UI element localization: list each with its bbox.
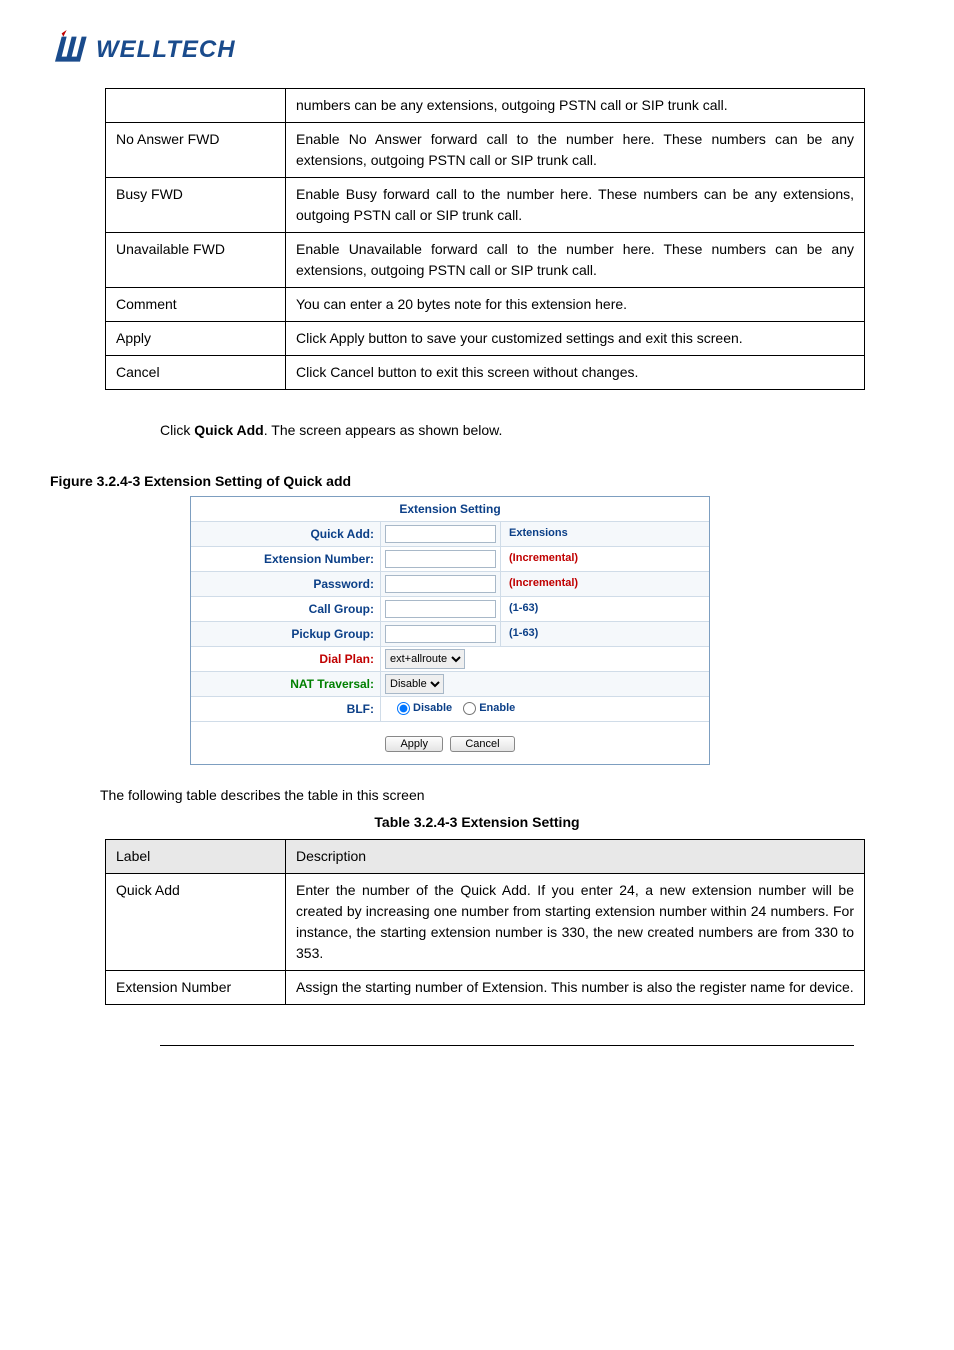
cell-label: Quick Add <box>106 874 286 971</box>
table-header-row: Label Description <box>106 840 865 874</box>
hint-extensions: Extensions <box>501 522 709 546</box>
table-row: Cancel Click Cancel button to exit this … <box>106 356 865 390</box>
label-nat-traversal: NAT Traversal: <box>191 672 381 696</box>
table-row: Comment You can enter a 20 bytes note fo… <box>106 288 865 322</box>
table-row: Busy FWD Enable Busy forward call to the… <box>106 178 865 233</box>
cell-label: Busy FWD <box>106 178 286 233</box>
cell-label: Comment <box>106 288 286 322</box>
pickup-group-input[interactable] <box>385 625 496 643</box>
nat-traversal-select[interactable]: Disable <box>385 674 444 694</box>
blf-disable-label: Disable <box>413 702 452 714</box>
row-nat-traversal: NAT Traversal: Disable <box>191 672 709 697</box>
text: . The screen appears as shown below. <box>264 422 503 438</box>
cell-desc: Enable No Answer forward call to the num… <box>286 123 865 178</box>
label-call-group: Call Group: <box>191 597 381 621</box>
label-quick-add: Quick Add: <box>191 522 381 546</box>
blf-options: Disable Enable <box>381 697 709 721</box>
table-row: Apply Click Apply button to save your cu… <box>106 322 865 356</box>
label-extension-number: Extension Number: <box>191 547 381 571</box>
following-text: The following table describes the table … <box>100 785 904 806</box>
blf-enable-radio[interactable] <box>463 702 476 715</box>
label-blf: BLF: <box>191 697 381 721</box>
quick-add-bold: Quick Add <box>194 422 264 438</box>
cancel-button[interactable]: Cancel <box>450 736 514 752</box>
row-quick-add: Quick Add: Extensions <box>191 522 709 547</box>
header-label: Label <box>106 840 286 874</box>
properties-table-2: Label Description Quick Add Enter the nu… <box>105 839 865 1005</box>
quick-add-input[interactable] <box>385 525 496 543</box>
cell-label: No Answer FWD <box>106 123 286 178</box>
table-row: Unavailable FWD Enable Unavailable forwa… <box>106 233 865 288</box>
row-pickup-group: Pickup Group: (1-63) <box>191 622 709 647</box>
row-blf: BLF: Disable Enable <box>191 697 709 722</box>
text: Click <box>160 422 194 438</box>
row-password: Password: (Incremental) <box>191 572 709 597</box>
logo-text: WELLTECH <box>96 32 236 68</box>
logo: WELLTECH <box>50 30 904 70</box>
extension-number-input[interactable] <box>385 550 496 568</box>
hint-range: (1-63) <box>501 597 709 621</box>
table-row: numbers can be any extensions, outgoing … <box>106 89 865 123</box>
footer-divider <box>160 1045 854 1046</box>
call-group-input[interactable] <box>385 600 496 618</box>
figure-caption: Figure 3.2.4-3 Extension Setting of Quic… <box>50 471 904 492</box>
blf-disable-radio[interactable] <box>397 702 410 715</box>
table-row: Quick Add Enter the number of the Quick … <box>106 874 865 971</box>
table-row: No Answer FWD Enable No Answer forward c… <box>106 123 865 178</box>
cell-desc: Assign the starting number of Extension.… <box>286 971 865 1005</box>
panel-title: Extension Setting <box>191 497 709 522</box>
hint-incremental: (Incremental) <box>501 547 709 571</box>
cell-desc: Enable Busy forward call to the number h… <box>286 178 865 233</box>
row-call-group: Call Group: (1-63) <box>191 597 709 622</box>
cell-desc: You can enter a 20 bytes note for this e… <box>286 288 865 322</box>
hint-incremental: (Incremental) <box>501 572 709 596</box>
cell-desc: Click Cancel button to exit this screen … <box>286 356 865 390</box>
extension-setting-panel: Extension Setting Quick Add: Extensions … <box>190 496 710 765</box>
panel-buttons: Apply Cancel <box>191 722 709 764</box>
cell-desc: Enter the number of the Quick Add. If yo… <box>286 874 865 971</box>
cell-desc: numbers can be any extensions, outgoing … <box>286 89 865 123</box>
hint-range: (1-63) <box>501 622 709 646</box>
logo-icon <box>50 30 100 70</box>
header-desc: Description <box>286 840 865 874</box>
table-caption: Table 3.2.4-3 Extension Setting <box>50 812 904 833</box>
cell-desc: Enable Unavailable forward call to the n… <box>286 233 865 288</box>
table-row: Extension Number Assign the starting num… <box>106 971 865 1005</box>
cell-label: Apply <box>106 322 286 356</box>
row-extension-number: Extension Number: (Incremental) <box>191 547 709 572</box>
label-dial-plan: Dial Plan: <box>191 647 381 671</box>
quick-add-paragraph: Click Quick Add. The screen appears as s… <box>160 420 904 441</box>
password-input[interactable] <box>385 575 496 593</box>
cell-label: Unavailable FWD <box>106 233 286 288</box>
label-password: Password: <box>191 572 381 596</box>
cell-desc: Click Apply button to save your customiz… <box>286 322 865 356</box>
row-dial-plan: Dial Plan: ext+allroute <box>191 647 709 672</box>
cell-label: Extension Number <box>106 971 286 1005</box>
cell-label: Cancel <box>106 356 286 390</box>
dial-plan-select[interactable]: ext+allroute <box>385 649 465 669</box>
blf-enable-label: Enable <box>479 702 515 714</box>
apply-button[interactable]: Apply <box>385 736 443 752</box>
cell-label <box>106 89 286 123</box>
label-pickup-group: Pickup Group: <box>191 622 381 646</box>
properties-table-1: numbers can be any extensions, outgoing … <box>105 88 865 390</box>
